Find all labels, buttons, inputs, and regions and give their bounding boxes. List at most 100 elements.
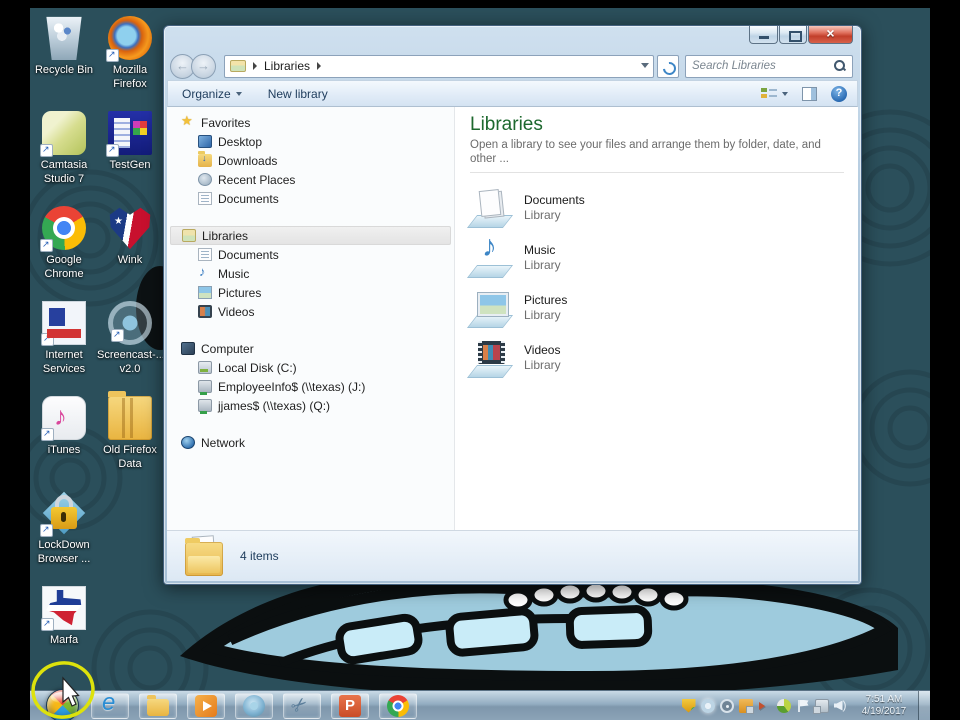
desktop-icon-internet-services[interactable]: Internet Services — [31, 301, 97, 377]
sidebar-section-network[interactable]: Network — [167, 433, 454, 452]
desktop-icon-camtasia[interactable]: Camtasia Studio 7 — [31, 111, 97, 187]
maximize-button[interactable] — [779, 26, 807, 44]
views-button[interactable] — [761, 86, 788, 101]
address-breadcrumb[interactable]: Libraries — [224, 54, 654, 78]
library-item-documents[interactable]: Documents Library — [470, 183, 844, 233]
desktop-icon-old-firefox-data[interactable]: Old Firefox Data — [97, 391, 163, 472]
sidebar-item-jjames-drive[interactable]: jjames$ (\\texas) (Q:) — [167, 396, 454, 415]
sync-folder-tray-icon[interactable] — [738, 698, 754, 714]
recycle-bin-icon — [46, 16, 82, 60]
taskbar-media-player-button[interactable] — [187, 692, 225, 719]
desktop-icon-label: Camtasia Studio 7 — [40, 159, 88, 185]
network-status-icon[interactable] — [812, 698, 829, 714]
library-type: Library — [524, 258, 561, 272]
breadcrumb-arrow-icon[interactable] — [317, 62, 322, 70]
internet-explorer-icon — [99, 689, 121, 717]
address-dropdown-icon[interactable] — [641, 62, 649, 68]
computer-icon — [181, 342, 195, 355]
security-shield-icon[interactable] — [681, 698, 696, 713]
desktop-icon-recycle-bin[interactable]: Recycle Bin — [31, 16, 97, 78]
sidebar-item-videos-library[interactable]: Videos — [167, 302, 454, 321]
desktop-icon-wink[interactable]: Wink — [97, 206, 163, 268]
volume-icon[interactable] — [834, 698, 848, 713]
forward-button[interactable] — [191, 53, 216, 79]
taskbar-explorer-button[interactable] — [139, 692, 177, 719]
refresh-button[interactable] — [657, 54, 679, 78]
shortcut-arrow-icon — [41, 618, 54, 631]
videos-library-icon — [470, 338, 514, 378]
library-name[interactable]: Documents — [524, 193, 585, 208]
screencast-icon — [108, 301, 152, 345]
app-tray-icon[interactable] — [758, 699, 772, 713]
show-desktop-button[interactable] — [918, 690, 930, 720]
sidebar-item-local-disk-c[interactable]: Local Disk (C:) — [167, 358, 454, 377]
desktop-icon-testgen[interactable]: TestGen — [97, 111, 163, 173]
library-item-pictures[interactable]: Pictures Library — [470, 283, 844, 333]
library-type: Library — [524, 308, 561, 322]
marfa-texas-icon — [41, 586, 86, 631]
preview-pane-button[interactable] — [802, 86, 817, 101]
hard-disk-icon — [198, 361, 212, 374]
title-bar[interactable] — [164, 25, 861, 52]
minimize-button[interactable] — [749, 26, 778, 44]
library-name[interactable]: Videos — [524, 343, 561, 358]
library-name[interactable]: Pictures — [524, 293, 567, 308]
desktop-icon-screencast[interactable]: Screencast-... v2.0 — [97, 301, 165, 377]
breadcrumb-location[interactable]: Libraries — [264, 59, 310, 73]
sidebar-item-downloads[interactable]: Downloads — [167, 151, 454, 170]
library-item-music[interactable]: Music Library — [470, 230, 844, 283]
music-library-icon — [470, 230, 514, 278]
folder-icon — [185, 535, 223, 576]
chevron-down-icon — [782, 91, 788, 96]
desktop-icon-label: Mozilla Firefox — [112, 64, 148, 90]
address-bar-row: Libraries Search Libraries — [164, 52, 861, 80]
taskbar-chrome-button[interactable] — [379, 692, 417, 719]
library-name[interactable]: Music — [524, 243, 561, 258]
library-item-videos[interactable]: Videos Library — [470, 333, 844, 383]
help-button[interactable] — [831, 85, 847, 102]
sidebar-item-documents-library[interactable]: Documents — [167, 245, 454, 264]
close-button[interactable] — [808, 25, 853, 44]
screencast-tray-icon[interactable] — [700, 698, 715, 713]
desktop-icon-lockdown-browser[interactable]: LockDown Browser ... — [31, 491, 97, 567]
search-icon[interactable] — [834, 60, 846, 72]
sidebar-section-libraries[interactable]: Libraries — [170, 226, 451, 245]
recorder-tray-icon[interactable] — [719, 698, 734, 713]
shortcut-arrow-icon — [111, 329, 124, 342]
desktop-icon-firefox[interactable]: Mozilla Firefox — [97, 16, 163, 92]
action-center-flag-icon[interactable] — [796, 699, 810, 713]
sidebar-item-pictures-library[interactable]: Pictures — [167, 283, 454, 302]
sidebar-item-documents-favorite[interactable]: Documents — [167, 189, 454, 208]
taskbar-recorder-button[interactable] — [235, 692, 273, 719]
desktop-icon-chrome[interactable]: Google Chrome — [31, 206, 97, 282]
taskbar-powerpoint-button[interactable] — [331, 692, 369, 719]
scissors-icon — [291, 695, 313, 717]
sidebar-item-employeeinfo-drive[interactable]: EmployeeInfo$ (\\texas) (J:) — [167, 377, 454, 396]
network-globe-icon — [181, 436, 195, 449]
antivirus-tray-icon[interactable] — [776, 698, 791, 713]
search-input[interactable]: Search Libraries — [685, 54, 853, 78]
desktop-icon-label: Recycle Bin — [34, 64, 94, 76]
taskbar-snipping-tool-button[interactable] — [283, 692, 321, 719]
shortcut-arrow-icon — [40, 239, 53, 252]
desktop-icon-itunes[interactable]: iTunes — [31, 396, 97, 458]
sidebar-item-music-library[interactable]: Music — [167, 264, 454, 283]
sidebar-section-favorites[interactable]: Favorites — [167, 113, 454, 132]
taskbar-ie-button[interactable] — [91, 689, 129, 719]
start-button[interactable] — [46, 689, 79, 720]
new-library-button[interactable]: New library — [268, 87, 328, 101]
taskbar-clock[interactable]: 7:51 AM 4/19/2017 — [854, 694, 914, 718]
shortcut-arrow-icon — [41, 428, 54, 441]
sidebar-section-computer[interactable]: Computer — [167, 339, 454, 358]
library-type: Library — [524, 358, 561, 372]
breadcrumb-arrow-icon[interactable] — [253, 62, 257, 70]
organize-button[interactable]: Organize — [182, 87, 242, 101]
downloads-folder-icon — [198, 151, 212, 167]
desktop-icon-marfa[interactable]: Marfa — [31, 586, 97, 648]
sidebar-item-desktop[interactable]: Desktop — [167, 132, 454, 151]
sidebar-item-recent-places[interactable]: Recent Places — [167, 170, 454, 189]
shortcut-arrow-icon — [40, 144, 53, 157]
desktop-icon-label: Wink — [117, 254, 143, 266]
